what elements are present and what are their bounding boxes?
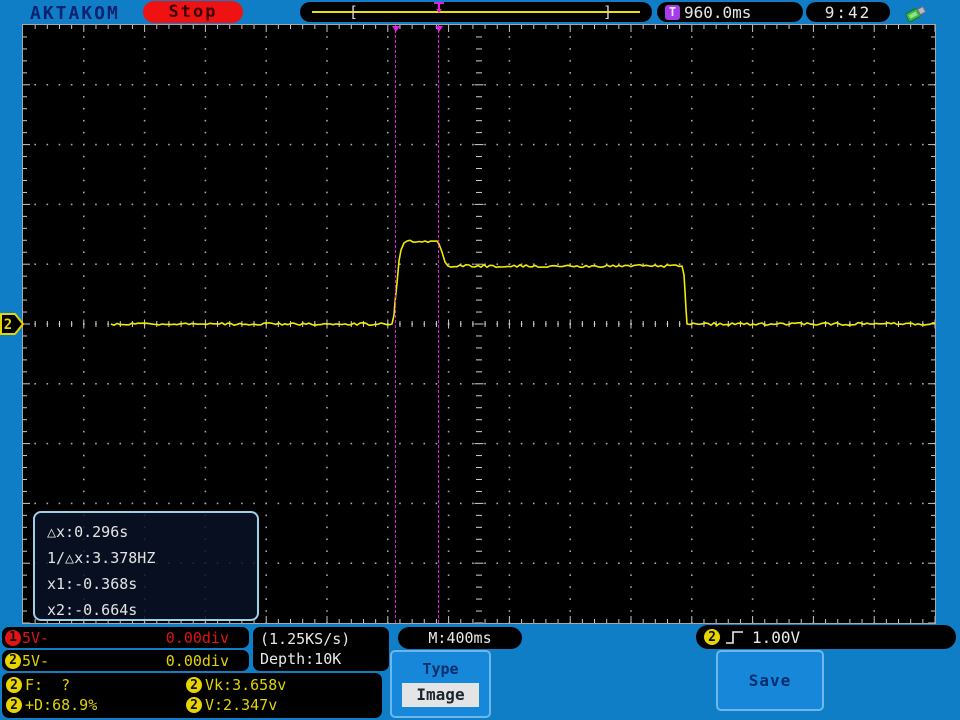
clock-display: 9:42 [806,2,890,22]
graticule: △x:0.296s 1∕△x:3.378HZ x1:-0.368s x2:-0.… [22,24,936,624]
ch1-scale: 5V- [22,628,50,647]
type-menu-label: Type [422,660,459,678]
trigger-t-icon: T [665,4,680,20]
window-left-bracket: [ [349,3,359,21]
ch1-position: 0.00div [165,628,229,647]
cursor-x2-arrow-icon [392,26,400,32]
trigger-status-display: 2 1.00V [696,625,956,649]
time-cursor-x2[interactable] [395,25,396,623]
svg-text:2: 2 [4,317,12,333]
cursor-x1-value: x1:-0.368s [47,575,138,593]
ch1-status-row: 1 5V- 0.00div [2,627,249,648]
oscilloscope-screen: AKTAKOM Stop [ ] T 960.0ms 9:42 △x:0.296… [0,0,960,720]
trigger-level-value: 1.00V [752,627,801,647]
rising-edge-icon [726,631,743,644]
cursor-measure-panel: △x:0.296s 1∕△x:3.378HZ x1:-0.368s x2:-0.… [33,511,259,621]
type-menu-button[interactable]: Type Image [390,650,491,718]
time-cursor-x1[interactable] [438,25,439,623]
record-position-bar: [ ] [300,2,652,22]
record-line [312,11,640,13]
timebase-display: M:400ms [398,627,522,649]
type-menu-selected-value[interactable]: Image [402,683,479,707]
window-right-bracket: ] [603,3,613,21]
ch2-position: 0.00div [165,651,229,670]
sample-rate: (1.25KS/s) [260,630,351,648]
cursor-x2-value: x2:-0.664s [47,601,138,619]
acquisition-panel: (1.25KS/s) Depth:10K [253,627,389,671]
usb-device-icon [905,5,927,22]
ch2-badge: 2 [5,652,21,669]
run-state-badge: Stop [143,1,243,23]
ch2-ground-marker[interactable]: 2 [0,312,24,336]
measurement-panel: 2 F: ? 2 Vk:3.658v 2 +D:68.9% 2 V:2.347v [2,673,382,718]
brand-logo: AKTAKOM [30,3,120,24]
measure-frequency: 2 F: ? [6,675,186,695]
trigger-source-badge: 2 [704,629,720,645]
cursor-frequency: 1∕△x:3.378HZ [47,549,156,567]
cursor-delta-x: △x:0.296s [47,523,129,541]
save-button[interactable]: Save [716,650,824,711]
ch1-badge: 1 [5,629,21,646]
trigger-offset-value: 960.0ms [684,2,752,22]
trigger-position-icon [434,2,444,13]
measure-v: 2 V:2.347v [186,695,378,715]
memory-depth: Depth:10K [260,650,342,668]
ch2-scale: 5V- [22,651,50,670]
measure-vk: 2 Vk:3.658v [186,675,378,695]
cursor-x1-arrow-icon [435,26,443,32]
measure-duty: 2 +D:68.9% [6,695,186,715]
trigger-offset-display: T 960.0ms [657,2,803,22]
ch2-status-row: 2 5V- 0.00div [2,650,249,671]
